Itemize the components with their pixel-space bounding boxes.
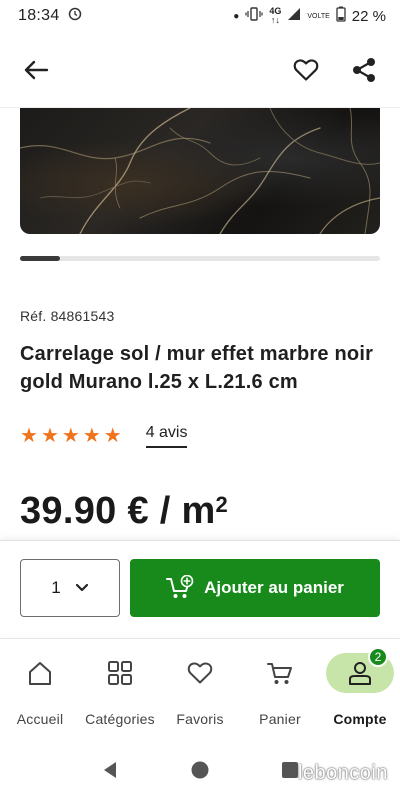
nav-item-compte[interactable]: 2 Compte — [320, 639, 400, 730]
marble-veins — [20, 108, 380, 234]
star-icon: ★ — [82, 425, 101, 447]
system-home-icon[interactable] — [190, 760, 210, 780]
product-image[interactable] — [20, 108, 380, 234]
add-to-cart-label: Ajouter au panier — [204, 578, 344, 597]
chevron-down-icon — [75, 583, 88, 592]
status-time: 18:34 — [18, 7, 60, 24]
nav-label-compte: Compte — [333, 711, 387, 727]
nav-label-accueil: Accueil — [16, 711, 64, 727]
image-carousel-indicator — [20, 256, 380, 261]
star-icon: ★ — [40, 425, 59, 447]
product-title: Carrelage sol / mur effet marbre noir go… — [20, 343, 374, 393]
leboncoin-watermark: leboncoin — [297, 762, 388, 784]
alarm-icon — [68, 7, 82, 26]
cart-add-icon — [166, 575, 194, 598]
star-icon: ★ — [20, 425, 38, 447]
nav-item-favoris[interactable]: Favoris — [160, 639, 240, 730]
nav-label-panier: Panier — [259, 711, 301, 727]
heart-icon — [187, 662, 213, 684]
back-button[interactable] — [18, 52, 54, 88]
product-price: 39.90 € / m2 — [20, 490, 228, 533]
add-to-cart-bar: 1 Ajouter au panier — [0, 540, 400, 636]
rating-stars: ★ ★ ★ ★ ★ — [20, 425, 122, 447]
quantity-value: 1 — [51, 578, 61, 597]
price-unit-exponent: 2 — [215, 492, 229, 517]
status-bar: 18:34 ● 4G ↑↓ VOLTE 22 % — [0, 0, 400, 32]
nav-item-panier[interactable]: Panier — [240, 639, 320, 730]
vibrate-icon — [245, 7, 263, 25]
nav-item-categories[interactable]: Catégories — [80, 639, 160, 730]
favorite-button[interactable] — [288, 52, 324, 88]
nav-label-categories: Catégories — [85, 711, 155, 727]
add-to-cart-button[interactable]: Ajouter au panier — [130, 559, 380, 617]
star-icon: ★ — [103, 425, 122, 447]
volte-label: VOLTE — [307, 12, 330, 20]
home-icon — [29, 662, 51, 685]
price-value: 39.90 € / m — [20, 490, 216, 532]
bottom-navigation: Accueil Catégories Favoris Panier 2 Comp… — [0, 638, 400, 730]
signal-icon — [287, 7, 301, 25]
cart-icon — [267, 663, 292, 684]
reviews-link[interactable]: 4 avis — [145, 424, 188, 448]
nav-item-accueil[interactable]: Accueil — [0, 639, 80, 730]
share-button[interactable] — [346, 52, 382, 88]
carousel-progress-fill — [20, 256, 60, 261]
arrow-left-icon — [24, 60, 49, 79]
heart-outline-icon — [293, 58, 319, 81]
nav-label-favoris: Favoris — [176, 711, 224, 727]
share-icon — [353, 57, 375, 82]
star-icon: ★ — [61, 425, 80, 447]
user-icon — [349, 662, 371, 685]
product-rating: ★ ★ ★ ★ ★ 4 avis — [20, 424, 188, 448]
network-indicator: 4G ↑↓ — [269, 6, 282, 25]
grid-icon — [108, 661, 132, 685]
product-reference: Réf. 84861543 — [20, 308, 115, 324]
battery-icon — [336, 6, 346, 26]
notification-dot-icon: ● — [233, 10, 240, 22]
quantity-select[interactable]: 1 — [20, 559, 120, 617]
system-back-icon[interactable] — [100, 760, 120, 780]
battery-level: 22 % — [351, 7, 386, 25]
account-badge: 2 — [368, 647, 388, 667]
app-header — [0, 32, 400, 108]
